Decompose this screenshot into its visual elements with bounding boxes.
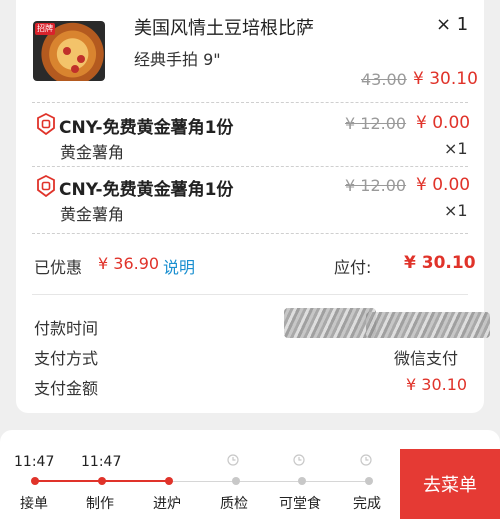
product-quantity: × 1 — [436, 14, 469, 35]
progress-track-done — [104, 480, 168, 482]
clock-icon — [227, 454, 239, 466]
divider — [32, 233, 468, 234]
coupon-original-price: ¥ 12.00 — [345, 114, 407, 133]
step-time: 11:47 — [81, 454, 122, 470]
clock-icon — [360, 454, 372, 466]
signature-tag: 招牌 — [35, 23, 55, 35]
coupon-icon — [37, 175, 55, 197]
payment-amount-label: 支付金额 — [34, 379, 99, 398]
step-dot-pending — [298, 477, 306, 485]
product-name: 美国风情土豆培根比萨 — [134, 18, 314, 39]
payment-method-label: 支付方式 — [34, 349, 99, 368]
payment-method-value: 微信支付 — [394, 349, 459, 368]
discount-explain-link[interactable]: 说明 — [163, 254, 195, 278]
coupon-name: CNY-免费黄金薯角1份 — [59, 180, 234, 200]
payable-label: 应付: — [334, 258, 372, 277]
payment-time-label: 付款时间 — [34, 319, 99, 338]
coupon-price: ¥ 0.00 — [416, 175, 471, 195]
coupon-item-quantity: ×1 — [444, 139, 468, 158]
clock-icon — [293, 454, 305, 466]
step-dot-pending — [232, 477, 240, 485]
step-label-done: 完成 — [353, 496, 381, 512]
step-label-dine-in: 可堂食 — [279, 496, 321, 512]
step-label-make: 制作 — [86, 496, 114, 512]
coupon-price: ¥ 0.00 — [416, 113, 471, 133]
go-to-menu-button[interactable]: 去菜单 — [400, 449, 500, 519]
product-original-price: 43.00 — [361, 70, 407, 89]
product-price: ¥ 30.10 — [413, 69, 478, 89]
step-label-oven: 进炉 — [153, 496, 181, 512]
discount-label: 已优惠 — [34, 258, 83, 277]
product-spec: 经典手拍 9" — [134, 50, 221, 69]
coupon-item-quantity: ×1 — [444, 201, 468, 220]
divider — [32, 166, 468, 167]
step-label-check: 质检 — [220, 496, 248, 512]
payable-value: ¥ 30.10 — [404, 253, 476, 273]
discount-value: ¥ 36.90 — [98, 254, 160, 273]
divider — [32, 294, 468, 295]
step-dot-current — [165, 477, 173, 485]
step-time: 11:47 — [14, 454, 55, 470]
coupon-name: CNY-免费黄金薯角1份 — [59, 118, 234, 138]
step-label-accept: 接单 — [20, 496, 48, 512]
redacted-area — [366, 312, 490, 338]
progress-track-done — [36, 480, 100, 482]
payment-amount-value: ¥ 30.10 — [406, 375, 468, 394]
progress-track-pending — [172, 481, 372, 482]
coupon-icon — [37, 113, 55, 135]
order-detail-card: 招牌 美国风情土豆培根比萨 × 1 经典手拍 9" 43.00 ¥ 30.10 … — [16, 0, 490, 413]
order-progress-bar: 11:47 11:47 接单 制作 进炉 质检 可堂食 完成 去菜单 — [0, 430, 500, 519]
pizza-image: 招牌 — [33, 21, 105, 81]
step-dot-pending — [365, 477, 373, 485]
step-dot-done — [31, 477, 39, 485]
coupon-item-name: 黄金薯角 — [60, 143, 125, 162]
redacted-area — [284, 308, 376, 338]
step-dot-done — [98, 477, 106, 485]
coupon-item-name: 黄金薯角 — [60, 205, 125, 224]
coupon-original-price: ¥ 12.00 — [345, 176, 407, 195]
divider — [32, 102, 468, 103]
